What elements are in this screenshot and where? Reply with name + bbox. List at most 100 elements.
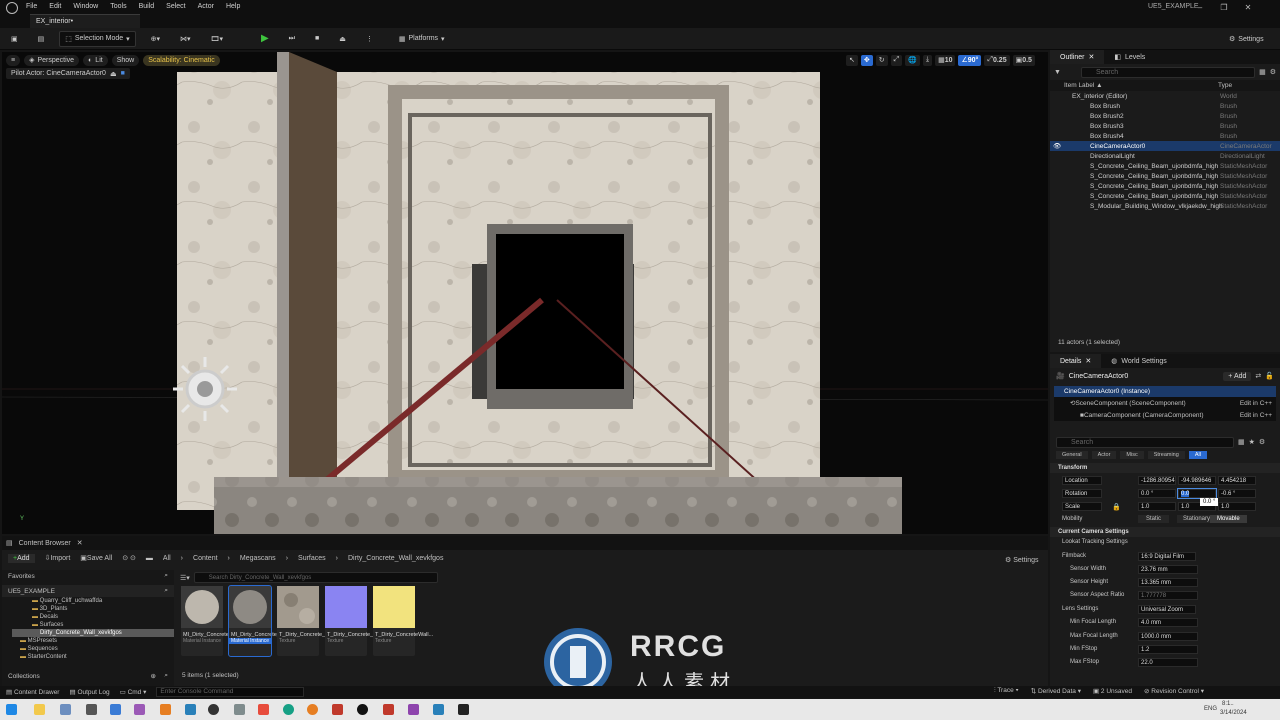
app-icon[interactable] [458, 704, 469, 715]
unsaved-button[interactable]: ▣ 2 Unsaved [1093, 687, 1132, 695]
lens-dropdown[interactable]: Universal Zoom [1138, 605, 1196, 614]
min-focal-input[interactable]: 4.0 mm [1138, 618, 1198, 627]
mobility-movable[interactable]: Movable [1210, 515, 1247, 523]
settings-button[interactable]: ⚙ Settings [1224, 31, 1269, 47]
menu-file[interactable]: File [26, 3, 37, 10]
blueprint-icon[interactable]: ⋈▾ [175, 31, 196, 47]
col-item-label[interactable]: Item Label ▲ [1064, 82, 1103, 89]
app-icon[interactable] [60, 704, 71, 715]
component-row[interactable]: ⟲ SceneComponent (SceneComponent) Edit in… [1054, 397, 1276, 409]
pilot-actor-bar[interactable]: Pilot Actor: CineCameraActor0 ⏏ ■ [6, 68, 130, 79]
location-z-input[interactable]: 4.454218 [1218, 476, 1256, 485]
rotation-z-input[interactable]: -0.6 ° [1218, 489, 1256, 498]
app-icon[interactable] [208, 704, 219, 715]
list-item[interactable]: S_Concrete_Ceiling_Beam_ujonbdmfa_high St… [1050, 161, 1280, 171]
list-item[interactable]: Box Brush Brush [1050, 101, 1280, 111]
content-browser-tab[interactable]: Content Browser [19, 540, 71, 547]
output-log-button[interactable]: ▤ Output Log [69, 688, 109, 696]
favorites-header[interactable]: Favorites ⌕ [2, 570, 174, 582]
app-icon[interactable] [258, 704, 269, 715]
tab-details[interactable]: Details ✕ [1050, 354, 1102, 368]
app-icon[interactable] [307, 704, 318, 715]
level-tab[interactable]: EX_interior• [30, 14, 140, 28]
transform-section[interactable]: Transform [1050, 463, 1280, 473]
import-button[interactable]: ⇩Import [45, 554, 71, 562]
list-item[interactable]: S_Concrete_Ceiling_Beam_ujonbdmfa_high St… [1050, 171, 1280, 181]
min-fstop-input[interactable]: 1.2 [1138, 645, 1198, 654]
scale-dropdown[interactable]: Scale [1062, 502, 1102, 511]
filmback-dropdown[interactable]: 16:9 Digital Film [1138, 552, 1196, 561]
menu-select[interactable]: Select [166, 3, 185, 10]
app-icon[interactable] [433, 704, 444, 715]
tab-outliner[interactable]: Outliner ✕ [1050, 50, 1105, 64]
angle-snap-button[interactable]: ∠ 90° [958, 54, 982, 66]
filter-misc[interactable]: Misc [1120, 451, 1144, 459]
app-icon[interactable] [185, 704, 196, 715]
folder-item[interactable]: ▬ Decals [32, 613, 174, 621]
outliner-search-input[interactable]: Search [1080, 66, 1256, 78]
scale-icon[interactable]: ⤢ [890, 54, 903, 66]
col-type[interactable]: Type [1218, 82, 1232, 89]
lit-button[interactable]: ◐ Lit [83, 54, 108, 66]
eject-icon[interactable]: ⏏ [334, 31, 351, 47]
rotation-dropdown[interactable]: Rotation [1062, 489, 1102, 498]
folder-item[interactable]: ▬ Sequences [20, 645, 174, 653]
asset-tile[interactable]: MI_Dirty_Concrete_W... Material Instance [181, 586, 241, 656]
content-settings-button[interactable]: ⚙ Settings [1005, 556, 1039, 564]
world-icon[interactable]: 🌐 [905, 54, 920, 66]
perspective-button[interactable]: ◈ Perspective [24, 54, 80, 66]
list-item[interactable]: EX_interior (Editor) World [1050, 91, 1280, 101]
collections-header[interactable]: Collections ⊕ ⌕ [2, 670, 174, 682]
grid-view-icon[interactable]: ▦ [1238, 438, 1245, 446]
gear-icon[interactable]: ⚙ [1259, 438, 1265, 446]
camera-icon[interactable]: ■ [121, 70, 125, 77]
asset-tile[interactable]: T_Dirty_Concrete_Wa... Texture [325, 586, 386, 656]
blueprint-icon[interactable]: ⇄ [1255, 372, 1261, 380]
filter-streaming[interactable]: Streaming [1147, 451, 1185, 459]
scale-z-input[interactable]: 1.0 [1218, 502, 1256, 511]
add-filter-icon[interactable]: ▦ [1259, 68, 1266, 76]
scalability-warning-button[interactable]: Scalability: Cinematic [143, 54, 220, 66]
add-collection-icon[interactable]: ⊕ [151, 672, 156, 680]
star-icon[interactable]: ★ [1249, 438, 1255, 446]
list-item[interactable]: DirectionalLight DirectionalLight [1050, 151, 1280, 161]
location-dropdown[interactable]: Location [1062, 476, 1102, 485]
content-drawer-button[interactable]: ▤ Content Drawer [6, 688, 59, 696]
search-icon[interactable]: ⌕ [164, 572, 168, 580]
save-icon[interactable]: ▣ [6, 31, 23, 47]
menu-build[interactable]: Build [139, 3, 155, 10]
app-icon[interactable] [383, 704, 394, 715]
details-search-input[interactable]: Search [1056, 436, 1234, 448]
list-item[interactable]: S_Modular_Building_Window_vlkjaekdw_high… [1050, 201, 1280, 211]
menu-tools[interactable]: Tools [110, 3, 126, 10]
lock-icon[interactable]: 🔓 [1265, 372, 1274, 380]
lock-icon[interactable]: 🔒 [1112, 503, 1121, 511]
add-actor-icon[interactable]: ⊕▾ [146, 31, 165, 47]
breadcrumb-all[interactable]: All [163, 555, 171, 562]
tab-world-settings[interactable]: ◍ World Settings [1101, 354, 1177, 368]
asset-tile-selected[interactable]: MI_Dirty_Concrete_Wa... Material Instance [228, 585, 293, 657]
lookat-label[interactable]: Lookat Tracking Settings [1062, 539, 1128, 545]
explorer-icon[interactable] [34, 704, 45, 715]
more-options-icon[interactable]: ⋮ [361, 31, 378, 47]
app-icon[interactable] [110, 704, 121, 715]
history-icon[interactable]: ⊙ ⊙ [122, 554, 136, 562]
list-item[interactable]: Box Brush3 Brush [1050, 121, 1280, 131]
list-item[interactable]: S_Concrete_Ceiling_Beam_ujonbdmfa_high St… [1050, 191, 1280, 201]
close-icon[interactable]: ✕ [1236, 3, 1260, 12]
list-item[interactable]: Box Brush2 Brush [1050, 111, 1280, 121]
selection-mode-button[interactable]: ⬚ Selection Mode ▾ [59, 30, 136, 47]
cmd-dropdown[interactable]: ▭ Cmd ▾ [120, 688, 147, 696]
asset-tile[interactable]: T_Dirty_Concrete_Wa... Texture [277, 586, 338, 656]
menu-actor[interactable]: Actor [198, 3, 214, 10]
component-row[interactable]: ■ CameraComponent (CameraComponent) Edit … [1054, 409, 1276, 421]
max-fstop-input[interactable]: 22.0 [1138, 658, 1198, 667]
add-button[interactable]: +Add [8, 553, 35, 563]
breadcrumb-content[interactable]: Content [193, 555, 218, 562]
folder-item[interactable]: ▬ MSPresets [20, 637, 174, 645]
rotation-y-input[interactable]: 0.0 [1177, 488, 1217, 499]
start-icon[interactable] [6, 704, 17, 715]
folder-item-selected[interactable]: Dirty_Concrete_Wall_xevkfgos [12, 629, 174, 637]
unreal-logo-icon[interactable] [6, 2, 18, 14]
scale-x-input[interactable]: 1.0 [1138, 502, 1176, 511]
